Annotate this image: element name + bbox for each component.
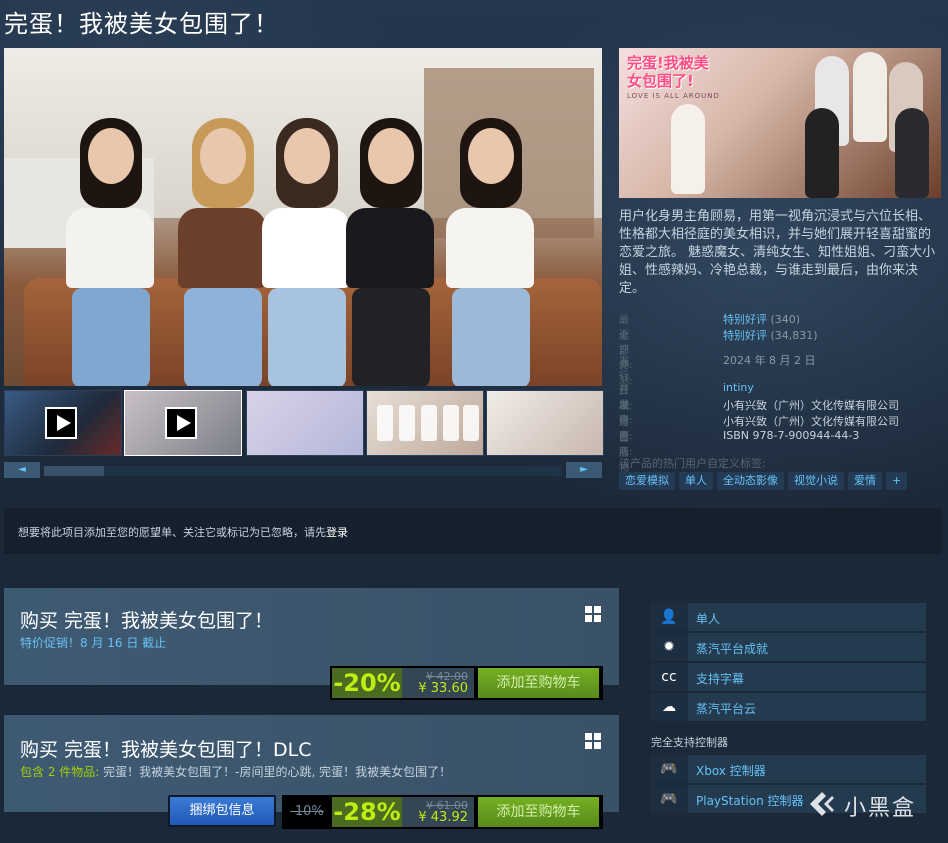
controller-label: Xbox 控制器 xyxy=(696,764,766,778)
discount-percent: -28% xyxy=(332,797,402,827)
publisher-value: 小有兴致（广州）文化传媒有限公司 xyxy=(723,399,899,412)
release-date-value: 2024 年 8 月 2 日 xyxy=(723,354,816,367)
screenshot-person-4 xyxy=(338,118,442,386)
thumbnail-video-1[interactable] xyxy=(4,390,122,456)
windows-icon xyxy=(585,733,601,749)
tag-romance[interactable]: 爱情 xyxy=(848,472,882,490)
tag-fmv[interactable]: 全动态影像 xyxy=(717,472,784,490)
login-notice-message: 想要将此项目添加至您的愿望单、关注它或标记为已忽略，请先 xyxy=(18,526,326,539)
tag-visual-novel[interactable]: 视觉小说 xyxy=(788,472,844,490)
purchase-game-box: 购买 完蛋！我被美女包围了！ 特价促销！8 月 16 日 截止 -20% ¥ 4… xyxy=(4,588,619,700)
xbox-controller-icon: 🎮 xyxy=(650,755,688,783)
operator-value: 小有兴致（广州）文化传媒有限公司 xyxy=(723,415,899,428)
tags-label: 该产品的热门用户自定义标签: xyxy=(619,457,766,470)
feature-achievements[interactable]: ✹ 蒸汽平台成就 xyxy=(650,633,926,661)
site-watermark: 小黑盒 xyxy=(806,786,936,826)
thumbnail-screenshot-2[interactable] xyxy=(366,390,484,456)
tag-single-player[interactable]: 单人 xyxy=(679,472,713,490)
capsule-logo-sub: LOVE IS ALL AROUND xyxy=(627,92,720,100)
play-icon xyxy=(165,407,197,439)
bundle-item-names: 完蛋！我被美女包围了！-房间里的心跳, 完蛋！我被美女包围了！ xyxy=(99,765,452,779)
screenshot-person-5 xyxy=(438,118,542,386)
bundle-contents-note: 包含 2 件物品: 完蛋！我被美女包围了！-房间里的心跳, 完蛋！我被美女包围了… xyxy=(20,763,451,780)
main-screenshot[interactable] xyxy=(4,48,602,386)
login-notice: 想要将此项目添加至您的愿望单、关注它或标记为已忽略，请先登录 xyxy=(4,508,941,554)
slider-handle[interactable] xyxy=(44,466,104,476)
slider-right-arrow[interactable]: ► xyxy=(566,462,602,478)
feature-captions[interactable]: cc 支持字幕 xyxy=(650,663,926,691)
slider-track[interactable] xyxy=(44,466,562,476)
controller-label: PlayStation 控制器 xyxy=(696,794,804,808)
page-title: 完蛋！我被美女包围了！ xyxy=(4,10,279,38)
purchase-dlc-price-area: -10% -28% ¥ 61.00 ¥ 43.92 添加至购物车 xyxy=(282,795,603,829)
price-block: ¥ 42.00 ¥ 33.60 xyxy=(402,668,474,698)
developer-link[interactable]: intiny xyxy=(723,381,754,394)
login-link[interactable]: 登录 xyxy=(326,526,348,539)
login-notice-text: 想要将此项目添加至您的愿望单、关注它或标记为已忽略，请先登录 xyxy=(18,524,348,540)
single-player-icon: 👤 xyxy=(650,603,688,631)
purchase-game-title: 购买 完蛋！我被美女包围了！ xyxy=(20,610,274,632)
watermark-text: 小黑盒 xyxy=(844,796,917,821)
cloud-icon: ☁ xyxy=(650,693,688,721)
purchase-dlc-title: 购买 完蛋！我被美女包围了！DLC xyxy=(20,739,312,761)
isbn-value: ISBN 978-7-900944-44-3 xyxy=(723,429,860,442)
achievements-icon: ✹ xyxy=(650,633,688,661)
game-description: 用户化身男主角顾易，用第一视角沉浸式与六位长相、性格都大相径庭的美女相识，并与她… xyxy=(619,209,936,296)
final-price: ¥ 43.92 xyxy=(418,810,468,825)
all-reviews-count: (34,831) xyxy=(770,329,818,342)
thumbnail-screenshot-3[interactable] xyxy=(486,390,604,456)
capsule-logo: 完蛋!我被美女包围了! xyxy=(627,54,709,90)
feature-label: 支持字幕 xyxy=(696,672,745,686)
purchase-game-price-area: -20% ¥ 42.00 ¥ 33.60 添加至购物车 xyxy=(330,666,603,700)
feature-list: 👤 单人 ✹ 蒸汽平台成就 cc 支持字幕 ☁ 蒸汽平台云 xyxy=(650,603,926,723)
tag-list: 恋爱模拟 单人 全动态影像 视觉小说 爱情 + xyxy=(619,472,911,490)
recent-reviews-value: 特别好评 (340) xyxy=(723,311,800,327)
bundle-info-button[interactable]: 捆绑包信息 xyxy=(168,795,276,827)
bundle-item-count: 包含 2 件物品: xyxy=(20,765,100,779)
captions-icon: cc xyxy=(650,663,688,691)
feature-single-player[interactable]: 👤 单人 xyxy=(650,603,926,631)
purchase-dlc-box: 购买 完蛋！我被美女包围了！DLC 包含 2 件物品: 完蛋！我被美女包围了！-… xyxy=(4,715,619,829)
controller-support-heading: 完全支持控制器 xyxy=(651,736,728,749)
sale-end-note: 特价促销！8 月 16 日 截止 xyxy=(20,636,167,650)
header-capsule-image: 完蛋!我被美女包围了! LOVE IS ALL AROUND xyxy=(619,48,941,198)
final-price: ¥ 33.60 xyxy=(418,681,468,696)
recent-reviews-count: (340) xyxy=(770,313,801,326)
slider-left-arrow[interactable]: ◄ xyxy=(4,462,40,478)
controller-xbox[interactable]: 🎮 Xbox 控制器 xyxy=(650,755,926,783)
tag-more-button[interactable]: + xyxy=(886,472,908,490)
feature-label: 蒸汽平台云 xyxy=(696,702,757,716)
thumbnail-screenshot-1[interactable] xyxy=(246,390,364,456)
discount-percent: -20% xyxy=(332,668,402,698)
bundle-group-discount: -10% xyxy=(284,797,330,827)
add-to-cart-button[interactable]: 添加至购物车 xyxy=(478,668,599,698)
feature-cloud[interactable]: ☁ 蒸汽平台云 xyxy=(650,693,926,721)
play-icon xyxy=(45,407,77,439)
recent-reviews-summary[interactable]: 特别好评 xyxy=(723,313,767,326)
screenshot-person-1 xyxy=(58,118,162,386)
tag-romance-sim[interactable]: 恋爱模拟 xyxy=(619,472,675,490)
heybox-logo-icon xyxy=(810,792,834,816)
playstation-controller-icon: 🎮 xyxy=(650,785,688,813)
all-reviews-summary[interactable]: 特别好评 xyxy=(723,329,767,342)
feature-label: 蒸汽平台成就 xyxy=(696,642,769,656)
media-thumbnail-strip xyxy=(4,390,604,456)
thumbnail-video-2[interactable] xyxy=(124,390,242,456)
thumbnail-slider: ◄ ► xyxy=(4,462,602,480)
feature-label: 单人 xyxy=(696,612,721,626)
price-block: ¥ 61.00 ¥ 43.92 xyxy=(402,797,474,827)
all-reviews-value: 特别好评 (34,831) xyxy=(723,327,818,343)
windows-icon xyxy=(585,606,601,622)
add-to-cart-button[interactable]: 添加至购物车 xyxy=(478,797,599,827)
